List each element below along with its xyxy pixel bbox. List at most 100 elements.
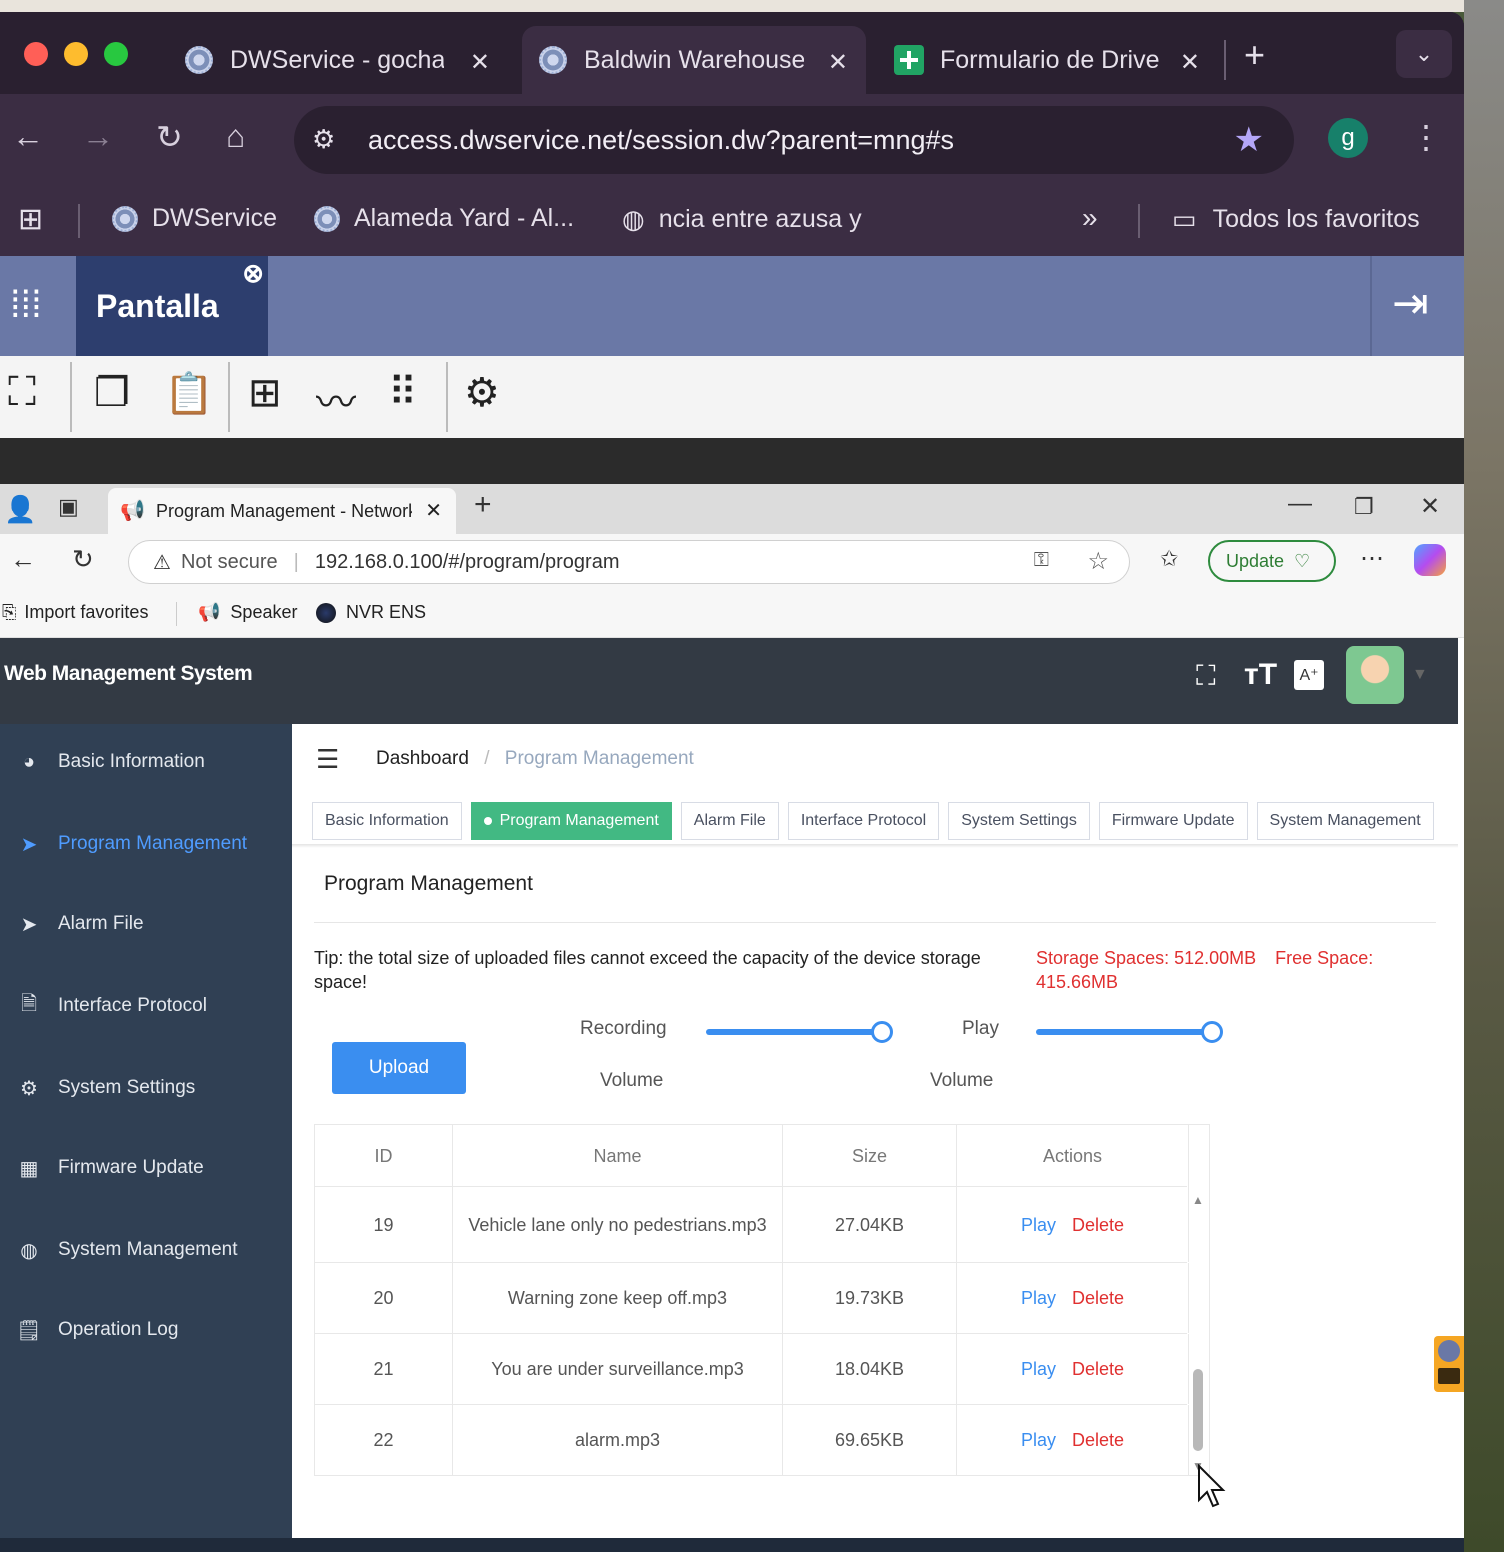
sidebar-item-firmware-update[interactable]: ▦ Firmware Update <box>0 1148 292 1188</box>
more-bookmarks-icon[interactable]: » <box>1082 202 1098 234</box>
recording-volume-slider[interactable] <box>706 1020 893 1044</box>
chrome-tab-formulario[interactable]: Formulario de Drive ✕ <box>878 26 1218 94</box>
tab-interface-protocol[interactable]: Interface Protocol <box>787 802 940 840</box>
site-settings-icon[interactable]: ⚙ <box>312 124 335 155</box>
tab-program-management[interactable]: Program Management <box>470 802 672 840</box>
address-bar[interactable]: ⚙ access.dwservice.net/session.dw?parent… <box>294 106 1294 174</box>
copilot-icon[interactable] <box>1414 544 1446 576</box>
scroll-up-icon[interactable]: ▲ <box>1192 1193 1204 1207</box>
scrollbar-thumb[interactable] <box>1193 1369 1203 1451</box>
new-tab-button[interactable]: + <box>474 488 492 522</box>
fullscreen-icon[interactable]: ⛶ <box>1196 660 1216 693</box>
tab-system-settings[interactable]: System Settings <box>948 802 1090 840</box>
delete-button[interactable]: Delete <box>1072 1423 1124 1457</box>
tab-search-button[interactable]: ⌄ <box>1396 30 1452 78</box>
sidebar-item-system-management[interactable]: ◍ System Management <box>0 1230 292 1270</box>
update-button[interactable]: Update ♡ <box>1208 540 1336 582</box>
close-tab-icon[interactable]: ✕ <box>425 498 442 523</box>
clipboard-icon[interactable]: 📋 <box>164 370 214 417</box>
close-tab-icon[interactable]: ✕ <box>828 48 848 77</box>
copy-icon[interactable]: ❐ <box>94 370 130 416</box>
table-scrollbar[interactable]: ▲ ▼ <box>1189 1187 1209 1475</box>
tab-alarm-file[interactable]: Alarm File <box>680 802 779 840</box>
chrome-window: DWService - gocha ✕ Baldwin Warehouse ✕ … <box>0 12 1464 1552</box>
edge-tab-program-management[interactable]: 📢 Program Management - Network ✕ <box>108 488 456 534</box>
play-button[interactable]: Play <box>1021 1208 1056 1242</box>
home-icon[interactable]: ⌂ <box>226 118 245 155</box>
bookmark-star-icon[interactable]: ★ <box>1234 120 1264 160</box>
activity-pulse-icon[interactable]: 〰 <box>316 370 356 428</box>
breadcrumb-home[interactable]: Dashboard <box>376 748 469 769</box>
tab-firmware-update[interactable]: Firmware Update <box>1098 802 1248 840</box>
logout-icon[interactable]: ⇥ <box>1392 278 1429 329</box>
import-favorites[interactable]: ⎘ Import favorites <box>2 602 148 623</box>
restore-icon[interactable]: ❐ <box>1354 494 1374 520</box>
settings-gear-icon[interactable]: ⚙ <box>464 370 500 416</box>
key-icon[interactable]: ⚿ <box>1034 549 1049 572</box>
close-window-button[interactable] <box>24 42 48 66</box>
reload-icon[interactable]: ↻ <box>156 118 183 156</box>
favorite-nvr[interactable]: NVR ENS <box>316 602 426 623</box>
sidebar-item-interface-protocol[interactable]: 🗎 Interface Protocol <box>0 986 292 1026</box>
close-tab-icon[interactable]: ✕ <box>1180 48 1200 77</box>
delete-button[interactable]: Delete <box>1072 1208 1124 1242</box>
font-size-icon[interactable]: тT <box>1244 658 1277 692</box>
play-volume-handle[interactable] <box>1201 1021 1223 1043</box>
close-tab-icon[interactable]: ✕ <box>470 48 490 77</box>
sidebar-item-label: Firmware Update <box>58 1157 204 1178</box>
tab-actions-icon[interactable]: ▣ <box>58 494 79 520</box>
profile-avatar[interactable]: g <box>1328 118 1368 158</box>
tab-basic-information[interactable]: Basic Information <box>312 802 462 840</box>
keypad-icon[interactable]: ⠿ <box>388 370 417 416</box>
chrome-tab-baldwin[interactable]: Baldwin Warehouse ✕ <box>522 26 866 94</box>
sidebar-item-label: Program Management <box>58 833 248 854</box>
favorites-icon[interactable]: ✩ <box>1160 546 1178 572</box>
zoom-window-button[interactable] <box>104 42 128 66</box>
divider <box>70 362 72 432</box>
play-button[interactable]: Play <box>1021 1281 1056 1315</box>
close-circle-icon[interactable]: ⊗ <box>242 258 264 289</box>
more-options-icon[interactable]: ⋯ <box>1360 544 1384 573</box>
back-arrow-icon[interactable]: ← <box>12 118 44 155</box>
dwservice-screen-tab[interactable]: Pantalla ⊗ <box>76 256 268 356</box>
bookmark-dwservice[interactable]: DWService <box>112 204 277 233</box>
apps-grid-icon[interactable]: ⊞ <box>18 202 43 237</box>
minimize-icon[interactable]: — <box>1288 490 1312 518</box>
minimize-window-button[interactable] <box>64 42 88 66</box>
sidebar-item-alarm-file[interactable]: ➤ Alarm File <box>0 904 292 944</box>
chrome-menu-icon[interactable]: ⋮ <box>1410 118 1442 156</box>
dwservice-agent-widget[interactable] <box>1434 1336 1464 1392</box>
reload-icon[interactable]: ↻ <box>72 544 94 575</box>
hamburger-menu-icon[interactable]: ☰ <box>316 744 339 775</box>
user-avatar[interactable] <box>1346 646 1404 704</box>
tab-system-management[interactable]: System Management <box>1256 802 1434 840</box>
edge-address-bar[interactable]: ⚠ Not secure | 192.168.0.100/#/program/p… <box>128 540 1130 584</box>
apps-grid-icon[interactable]: ⁞⁞⁞ <box>10 286 42 324</box>
new-tab-button[interactable]: + <box>1244 34 1265 76</box>
play-button[interactable]: Play <box>1021 1423 1056 1457</box>
favorite-star-icon[interactable]: ☆ <box>1087 547 1109 576</box>
delete-button[interactable]: Delete <box>1072 1352 1124 1386</box>
delete-button[interactable]: Delete <box>1072 1281 1124 1315</box>
play-volume-slider[interactable] <box>1036 1020 1223 1044</box>
bookmark-alameda[interactable]: Alameda Yard - Al... <box>314 204 574 233</box>
sidebar-item-basic-information[interactable]: ◕ Basic Information <box>0 742 292 782</box>
chrome-tab-dwservice[interactable]: DWService - gocha ✕ <box>168 26 508 94</box>
upload-button[interactable]: Upload <box>332 1042 466 1094</box>
bookmark-ncia[interactable]: ◍ ncia entre azusa y <box>622 204 862 235</box>
profile-icon[interactable]: 👤 <box>4 494 36 525</box>
all-bookmarks-folder[interactable]: ▭ Todos los favoritos <box>1172 204 1420 235</box>
translate-icon[interactable]: A⁺ <box>1294 660 1324 690</box>
windows-key-icon[interactable]: ⊞ <box>248 370 282 416</box>
sidebar-item-system-settings[interactable]: ⚙ System Settings <box>0 1068 292 1108</box>
sidebar-item-program-management[interactable]: ➤ Program Management <box>0 824 292 864</box>
chevron-down-icon[interactable]: ▼ <box>1412 666 1428 684</box>
fullscreen-icon[interactable]: ⛶ <box>8 370 36 415</box>
back-arrow-icon[interactable]: ← <box>10 544 36 575</box>
forward-arrow-icon[interactable]: → <box>82 118 114 155</box>
play-button[interactable]: Play <box>1021 1352 1056 1386</box>
recording-volume-handle[interactable] <box>871 1021 893 1043</box>
close-icon[interactable]: ✕ <box>1420 492 1440 521</box>
favorite-speaker[interactable]: 📢 Speaker <box>198 602 297 623</box>
sidebar-item-operation-log[interactable]: 🗒 Operation Log <box>0 1310 292 1350</box>
